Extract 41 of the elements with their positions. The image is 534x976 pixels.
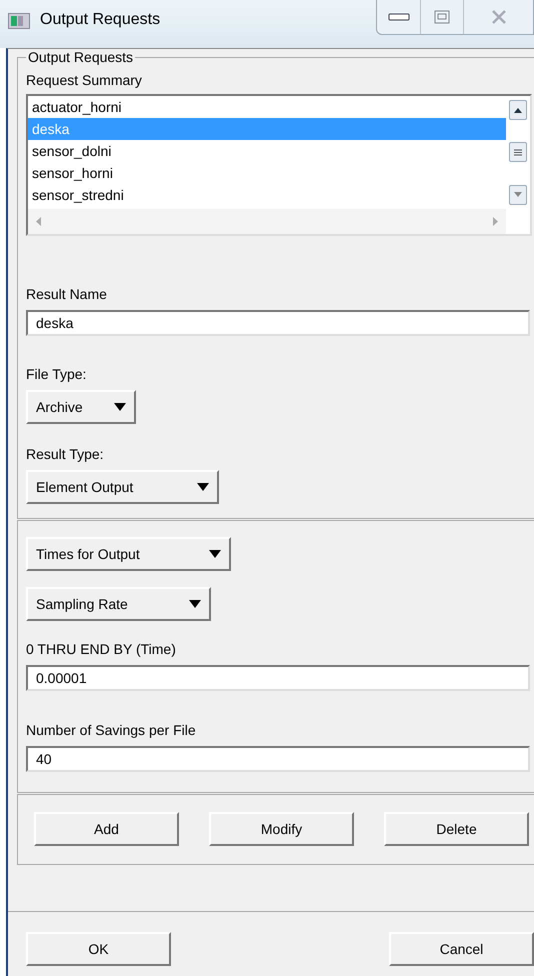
interval-field[interactable]: 0.00001: [26, 665, 530, 691]
window-title: Output Requests: [40, 10, 160, 30]
savings-field[interactable]: 40: [26, 746, 530, 772]
list-item[interactable]: sensor_horni: [28, 162, 506, 184]
action-button[interactable]: Modify: [209, 812, 354, 846]
field-label: Result Type:: [26, 446, 105, 462]
times-dropdown[interactable]: Times for Output: [26, 537, 231, 571]
group-legend: Output Requests: [26, 49, 136, 65]
caret-icon: [114, 403, 126, 411]
action-button[interactable]: Delete: [384, 812, 529, 846]
scroll-down-button[interactable]: [509, 184, 527, 205]
app-icon: [8, 13, 30, 29]
list-item[interactable]: sensor_stredni: [28, 184, 506, 206]
maximize-icon: [434, 10, 450, 24]
action-button[interactable]: OK: [26, 932, 171, 966]
field-label: Result Name: [26, 286, 108, 302]
scroll-right-icon[interactable]: [493, 216, 498, 226]
minimize-icon: [388, 13, 410, 21]
request-list[interactable]: actuator_horni deska sensor_dolni sensor_horni sensor_stredni: [26, 94, 532, 236]
result-name-field[interactable]: deska: [26, 310, 530, 336]
down-arrow-icon: [514, 192, 522, 198]
up-arrow-icon: [514, 108, 522, 112]
caret-icon: [197, 483, 209, 491]
action-button[interactable]: Add: [34, 812, 179, 846]
field-label: 0 THRU END BY (Time): [26, 641, 177, 657]
field-label: File Type:: [26, 366, 88, 382]
scroll-thumb[interactable]: [509, 142, 527, 162]
scroll-up-button[interactable]: [509, 100, 527, 120]
rate-dropdown[interactable]: Sampling Rate: [26, 587, 211, 621]
caret-icon: [189, 600, 201, 608]
list-label: Request Summary: [26, 72, 143, 88]
file-type-dropdown[interactable]: Archive: [26, 390, 136, 424]
scroll-left-icon[interactable]: [36, 216, 41, 226]
caret-icon: [209, 550, 221, 558]
list-item[interactable]: actuator_horni: [28, 96, 506, 118]
action-button[interactable]: Cancel: [389, 932, 534, 966]
close-icon: [490, 10, 506, 24]
field-label: Number of Savings per File: [26, 722, 197, 738]
result-type-dropdown[interactable]: Element Output: [26, 470, 219, 504]
grip-icon: [514, 148, 522, 156]
list-item[interactable]: sensor_dolni: [28, 140, 506, 162]
